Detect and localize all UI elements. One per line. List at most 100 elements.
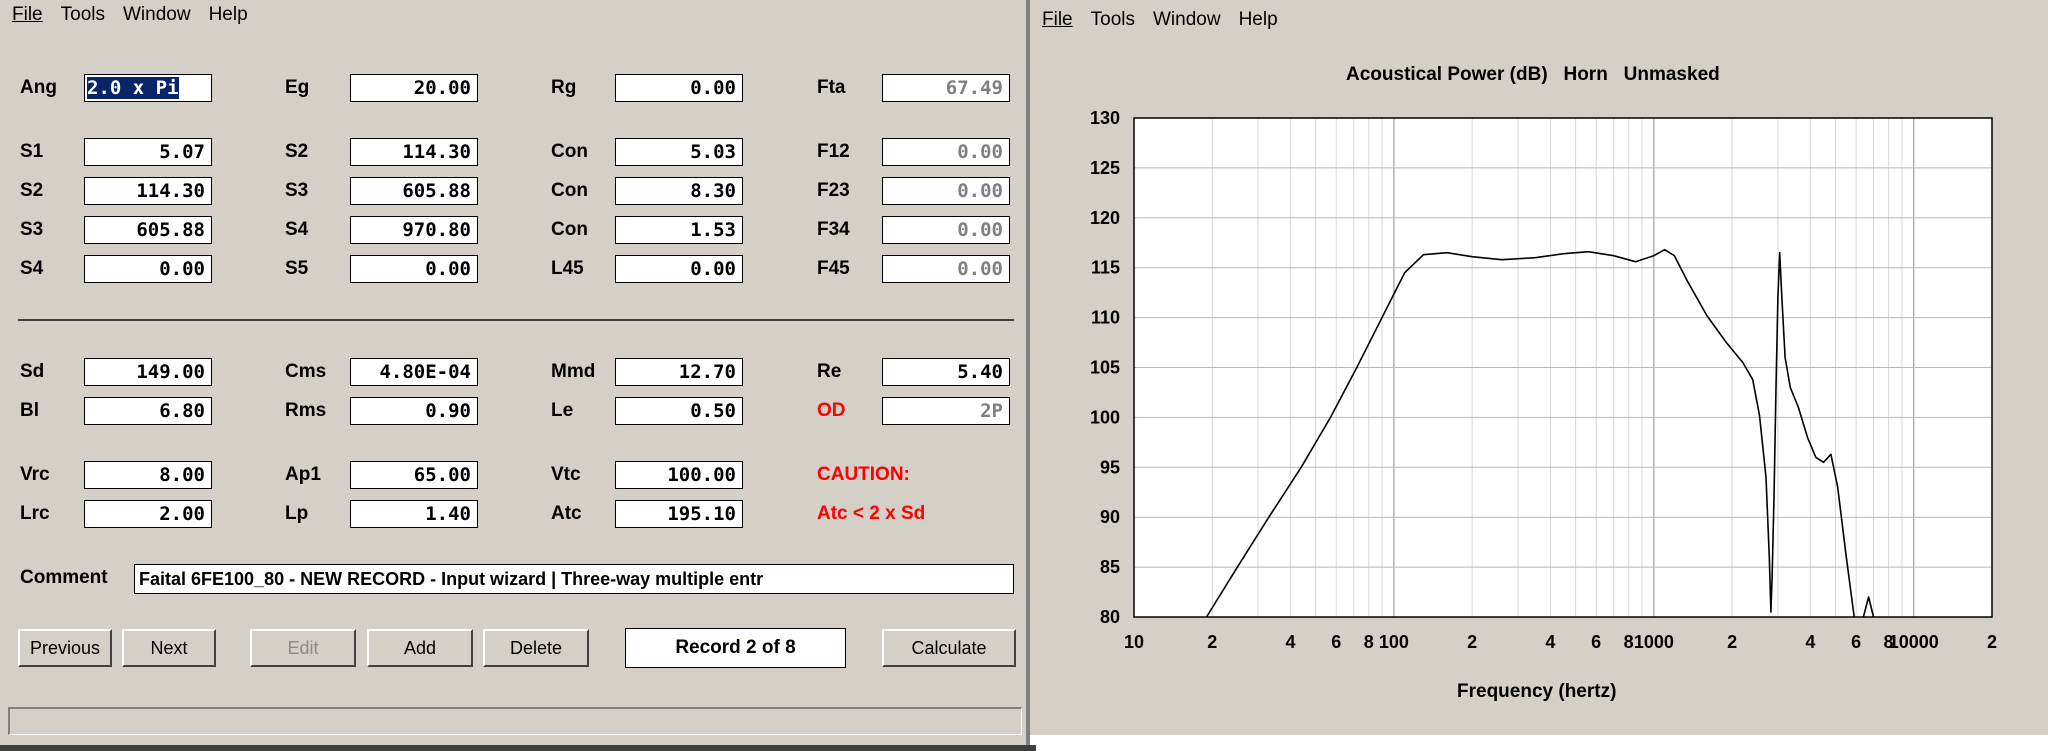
x-tick-label: 10	[1124, 632, 1144, 652]
label-vrc: Vrc	[20, 464, 50, 485]
edit-button[interactable]: Edit	[250, 629, 356, 667]
x-tick-label: 2	[1467, 632, 1477, 652]
x-tick-label: 8	[1364, 632, 1374, 652]
delete-button[interactable]: Delete	[483, 629, 589, 667]
label-rg: Rg	[551, 77, 577, 98]
field-ang[interactable]: 2.0 x Pi	[84, 74, 212, 102]
x-tick-label: 2	[1727, 632, 1737, 652]
record-indicator: Record 2 of 8	[625, 628, 846, 668]
field-mmd[interactable]: 12.70	[615, 358, 743, 386]
field-cms[interactable]: 4.80E-04	[350, 358, 478, 386]
field-eg[interactable]: 20.00	[350, 74, 478, 102]
field-vtc[interactable]: 100.00	[615, 461, 743, 489]
field-rg[interactable]: 0.00	[615, 74, 743, 102]
label-lrc: Lrc	[20, 503, 50, 524]
label-s1: S1	[20, 141, 44, 162]
field-atc[interactable]: 195.10	[615, 500, 743, 528]
x-tick-label: 8	[1624, 632, 1634, 652]
field-ap1[interactable]: 65.00	[350, 461, 478, 489]
field-l45[interactable]: 0.00	[615, 255, 743, 283]
label-atc: Atc	[551, 503, 582, 524]
y-tick-label: 95	[1100, 457, 1120, 477]
label-con-1: Con	[551, 141, 588, 162]
label-f12: F12	[817, 141, 850, 162]
label-f23: F23	[817, 180, 850, 201]
label-lp: Lp	[285, 503, 309, 524]
field-con-2[interactable]: 8.30	[615, 177, 743, 205]
x-tick-label: 4	[1545, 632, 1555, 652]
field-s3[interactable]: 605.88	[350, 177, 478, 205]
label-s4b: S4	[20, 258, 44, 279]
field-lp[interactable]: 1.40	[350, 500, 478, 528]
x-tick-label: 100	[1379, 632, 1409, 652]
field-s3b[interactable]: 605.88	[84, 216, 212, 244]
caution-title: CAUTION:	[817, 464, 910, 485]
field-s5[interactable]: 0.00	[350, 255, 478, 283]
chart: 8085909510010511011512012513010 2 4 6 8 100 2 4…	[1090, 108, 1997, 652]
label-con-3: Con	[551, 219, 588, 240]
next-button[interactable]: Next	[122, 629, 216, 667]
field-sd[interactable]: 149.00	[84, 358, 212, 386]
field-s4b[interactable]: 0.00	[84, 255, 212, 283]
field-re[interactable]: 5.40	[882, 358, 1010, 386]
label-s3: S3	[285, 180, 309, 201]
field-s1[interactable]: 5.07	[84, 138, 212, 166]
field-f34[interactable]: 0.00	[882, 216, 1010, 244]
field-s4[interactable]: 970.80	[350, 216, 478, 244]
menu-window[interactable]: Window	[123, 4, 191, 26]
field-f23[interactable]: 0.00	[882, 177, 1010, 205]
right-window: File Tools Window Help Acoustical Power …	[1030, 0, 2048, 735]
field-rms[interactable]: 0.90	[350, 397, 478, 425]
comment-input[interactable]: Faital 6FE100_80 - NEW RECORD - Input wi…	[134, 564, 1014, 594]
left-menubar: File Tools Window Help	[0, 0, 254, 30]
x-tick-label: 2	[1987, 632, 1997, 652]
field-con-3[interactable]: 1.53	[615, 216, 743, 244]
y-tick-label: 85	[1100, 557, 1120, 577]
label-f34: F34	[817, 219, 850, 240]
field-lrc[interactable]: 2.00	[84, 500, 212, 528]
y-tick-label: 90	[1100, 507, 1120, 527]
y-tick-label: 130	[1090, 108, 1120, 128]
field-fta[interactable]: 67.49	[882, 74, 1010, 102]
field-s2b[interactable]: 114.30	[84, 177, 212, 205]
caution-text: Atc < 2 x Sd	[817, 503, 926, 524]
menu-file[interactable]: File	[12, 4, 43, 26]
separator	[18, 319, 1014, 321]
menu-help[interactable]: Help	[209, 4, 248, 26]
label-ap1: Ap1	[285, 464, 321, 485]
y-tick-label: 80	[1100, 607, 1120, 627]
x-tick-label: 6	[1851, 632, 1861, 652]
label-cms: Cms	[285, 361, 327, 382]
add-button[interactable]: Add	[367, 629, 473, 667]
field-bl[interactable]: 6.80	[84, 397, 212, 425]
previous-button[interactable]: Previous	[18, 629, 112, 667]
desktop-strip	[0, 745, 1036, 751]
status-bar	[8, 707, 1022, 735]
menu-tools[interactable]: Tools	[61, 4, 105, 26]
label-s5: S5	[285, 258, 309, 279]
label-con-2: Con	[551, 180, 588, 201]
x-tick-label: 6	[1591, 632, 1601, 652]
field-od[interactable]: 2P	[882, 397, 1010, 425]
field-le[interactable]: 0.50	[615, 397, 743, 425]
field-con-1[interactable]: 5.03	[615, 138, 743, 166]
y-tick-label: 110	[1091, 308, 1120, 328]
x-tick-label: 1000	[1634, 632, 1674, 652]
x-tick-label: 6	[1331, 632, 1341, 652]
label-od: OD	[817, 400, 846, 421]
field-f45[interactable]: 0.00	[882, 255, 1010, 283]
label-f45: F45	[817, 258, 850, 279]
label-vtc: Vtc	[551, 464, 581, 485]
label-s4: S4	[285, 219, 309, 240]
field-f12[interactable]: 0.00	[882, 138, 1010, 166]
x-tick-label: 10000	[1889, 632, 1939, 652]
y-tick-label: 115	[1091, 258, 1120, 278]
label-ang: Ang	[20, 77, 57, 98]
x-tick-label: 4	[1285, 632, 1295, 652]
field-s2[interactable]: 114.30	[350, 138, 478, 166]
y-tick-label: 100	[1090, 407, 1120, 427]
label-s2b: S2	[20, 180, 44, 201]
label-l45: L45	[551, 258, 584, 279]
calculate-button[interactable]: Calculate	[882, 629, 1016, 667]
field-vrc[interactable]: 8.00	[84, 461, 212, 489]
